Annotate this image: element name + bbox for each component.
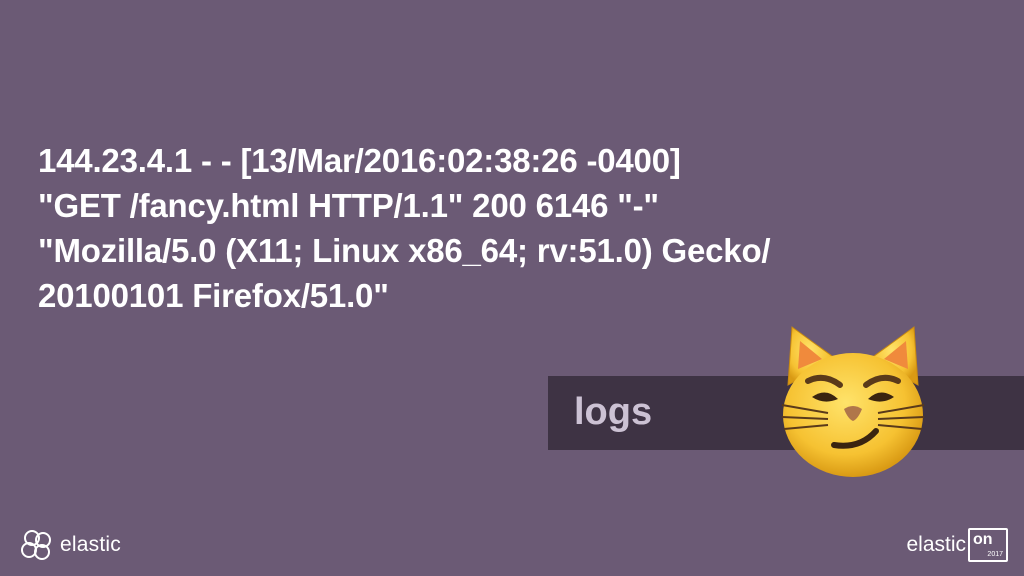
logs-label: logs [574,391,653,433]
elasticon-brand-text: elastic [906,533,966,556]
footer-elasticon-logo: elastic on 2017 [906,525,1008,565]
log-entry: 144.23.4.1 - - [13/Mar/2016:02:38:26 -04… [38,138,978,318]
footer-elastic-logo: elastic [20,525,121,565]
slide: 144.23.4.1 - - [13/Mar/2016:02:38:26 -04… [0,0,1024,576]
elasticon-on-text: on [973,531,993,548]
elasticon-on-badge: on 2017 [968,528,1008,562]
log-line-3: "Mozilla/5.0 (X11; Linux x86_64; rv:51.0… [38,232,771,269]
log-line-1: 144.23.4.1 - - [13/Mar/2016:02:38:26 -04… [38,142,681,179]
log-line-4: 20100101 Firefox/51.0" [38,277,389,314]
smirking-cat-icon [781,326,925,477]
elastic-logo-icon [21,530,51,560]
log-line-2: "GET /fancy.html HTTP/1.1" 200 6146 "-" [38,187,659,224]
elasticon-year-text: 2017 [987,551,1003,558]
footer-brand-text: elastic [60,533,121,556]
